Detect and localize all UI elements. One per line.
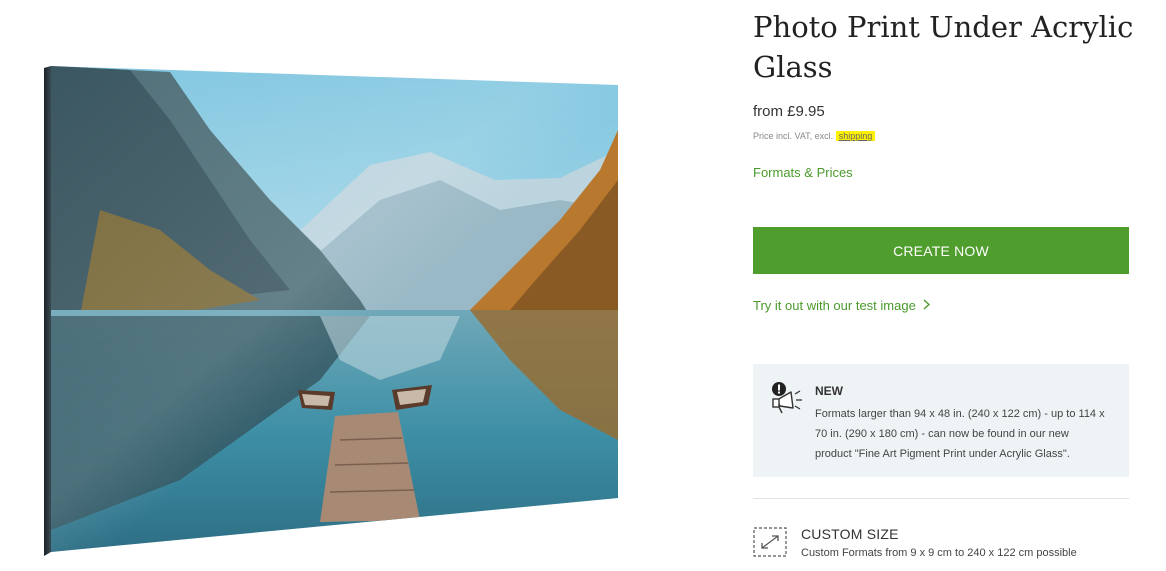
divider [753, 498, 1129, 499]
chevron-right-icon [923, 298, 930, 313]
notice-title: NEW [815, 384, 843, 398]
test-image-label: Try it out with our test image [753, 298, 916, 313]
custom-size-title: CUSTOM SIZE [801, 526, 899, 542]
product-image [40, 60, 624, 558]
vat-note: Price incl. VAT, excl. shipping [753, 131, 876, 141]
announcement-megaphone-icon [769, 380, 805, 421]
vat-prefix: Price incl. VAT, excl. [753, 131, 834, 141]
formats-prices-link[interactable]: Formats & Prices [753, 165, 853, 180]
resize-expand-icon [753, 527, 787, 562]
new-notice-box: NEW Formats larger than 94 x 48 in. (240… [753, 364, 1129, 477]
product-price: from £9.95 [753, 103, 825, 120]
test-image-link[interactable]: Try it out with our test image [753, 298, 930, 313]
custom-size-text: Custom Formats from 9 x 9 cm to 240 x 12… [801, 547, 1077, 559]
create-now-label: CREATE NOW [893, 242, 989, 259]
notice-text: Formats larger than 94 x 48 in. (240 x 1… [815, 408, 1105, 460]
shipping-link[interactable]: shipping [835, 131, 876, 141]
create-now-button[interactable]: CREATE NOW [753, 227, 1129, 274]
product-title: Photo Print Under Acrylic Glass [753, 10, 1134, 84]
